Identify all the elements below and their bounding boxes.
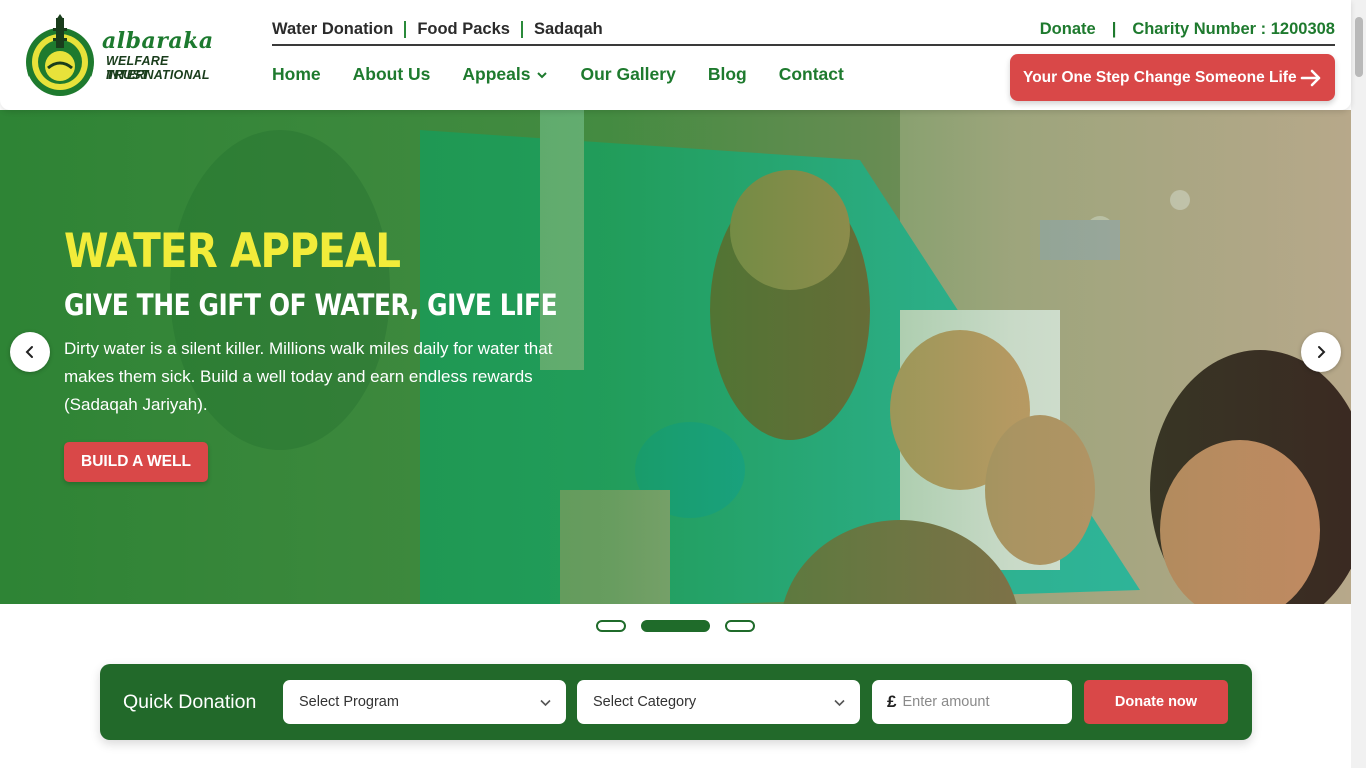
site-header: albaraka WELFARE TRUST INTERNATIONAL Wat…	[0, 0, 1351, 110]
top-links: Water Donation Food Packs Sadaqah	[272, 20, 603, 39]
nav-item-contact[interactable]: Contact	[779, 64, 844, 85]
quick-donation-label: Quick Donation	[123, 691, 257, 713]
slider-prev-button[interactable]	[10, 332, 50, 372]
top-link-divider	[404, 21, 407, 38]
page-scrollbar[interactable]	[1351, 0, 1366, 768]
select-program-value: Select Program	[299, 694, 399, 710]
hero-description: Dirty water is a silent killer. Millions…	[64, 339, 553, 414]
chevron-down-icon	[537, 71, 548, 78]
logo-line-2: INTERNATIONAL	[106, 68, 210, 82]
quick-donation-bar: Quick Donation Select Program Select Cat…	[100, 664, 1252, 740]
hero-title: WATER APPEAL	[64, 224, 401, 279]
nav-item-label: About Us	[352, 64, 431, 84]
chevron-down-icon	[834, 699, 845, 707]
top-right-info: Donate | Charity Number : 1200308	[1040, 20, 1335, 39]
slider-pagination	[596, 620, 770, 632]
slider-dot-1[interactable]	[596, 620, 626, 632]
top-bar: Water Donation Food Packs Sadaqah Donate…	[272, 18, 1335, 46]
select-category-value: Select Category	[593, 694, 697, 710]
nav-item-home[interactable]: Home	[272, 64, 321, 85]
slider-next-button[interactable]	[1301, 332, 1341, 372]
nav-item-our-gallery[interactable]: Our Gallery	[580, 64, 675, 85]
arrow-right-icon	[1300, 69, 1321, 87]
nav-item-about-us[interactable]: About Us	[353, 64, 431, 85]
logo-script-name: albaraka	[102, 28, 214, 54]
top-link-sadaqah[interactable]: Sadaqah	[534, 20, 603, 39]
top-right-separator: |	[1111, 20, 1117, 38]
chevron-left-icon	[25, 346, 33, 358]
currency-symbol: £	[887, 692, 897, 711]
chevron-right-icon	[1318, 346, 1326, 358]
slider-dot-2[interactable]	[641, 620, 710, 632]
top-link-water-donation[interactable]: Water Donation	[272, 20, 393, 39]
top-link-food-packs[interactable]: Food Packs	[417, 20, 510, 39]
nav-item-label: Contact	[778, 64, 844, 84]
charity-number: Charity Number : 1200308	[1132, 20, 1335, 38]
amount-input[interactable]	[902, 694, 1053, 710]
amount-field: £	[872, 680, 1072, 724]
nav-item-appeals[interactable]: Appeals	[462, 64, 548, 85]
slider-dot-3[interactable]	[725, 620, 755, 632]
nav-item-label: Appeals	[462, 64, 531, 84]
cta-label: Your One Step Change Someone Life	[1023, 68, 1297, 86]
cta-button[interactable]: Your One Step Change Someone Life	[1010, 54, 1335, 101]
site-logo[interactable]: albaraka WELFARE TRUST INTERNATIONAL	[22, 14, 213, 98]
logo-emblem-icon	[26, 14, 94, 96]
hero-slider: WATER APPEAL GIVE THE GIFT OF WATER, GIV…	[0, 110, 1351, 604]
nav-item-label: Blog	[707, 64, 747, 84]
nav-item-label: Our Gallery	[580, 64, 676, 84]
donate-now-button[interactable]: Donate now	[1084, 680, 1228, 724]
main-nav: Home About Us Appeals Our Gallery Blog C…	[272, 64, 876, 85]
chevron-down-icon	[540, 699, 551, 707]
hero-subtitle: GIVE THE GIFT OF WATER, GIVE LIFE	[64, 288, 558, 322]
nav-item-blog[interactable]: Blog	[708, 64, 747, 85]
select-program-dropdown[interactable]: Select Program	[283, 680, 566, 724]
build-a-well-button[interactable]: BUILD A WELL	[64, 442, 208, 482]
select-category-dropdown[interactable]: Select Category	[577, 680, 860, 724]
scrollbar-thumb[interactable]	[1355, 17, 1363, 77]
top-link-divider	[520, 21, 523, 38]
nav-item-label: Home	[272, 64, 321, 84]
top-donate-link[interactable]: Donate	[1040, 20, 1096, 39]
